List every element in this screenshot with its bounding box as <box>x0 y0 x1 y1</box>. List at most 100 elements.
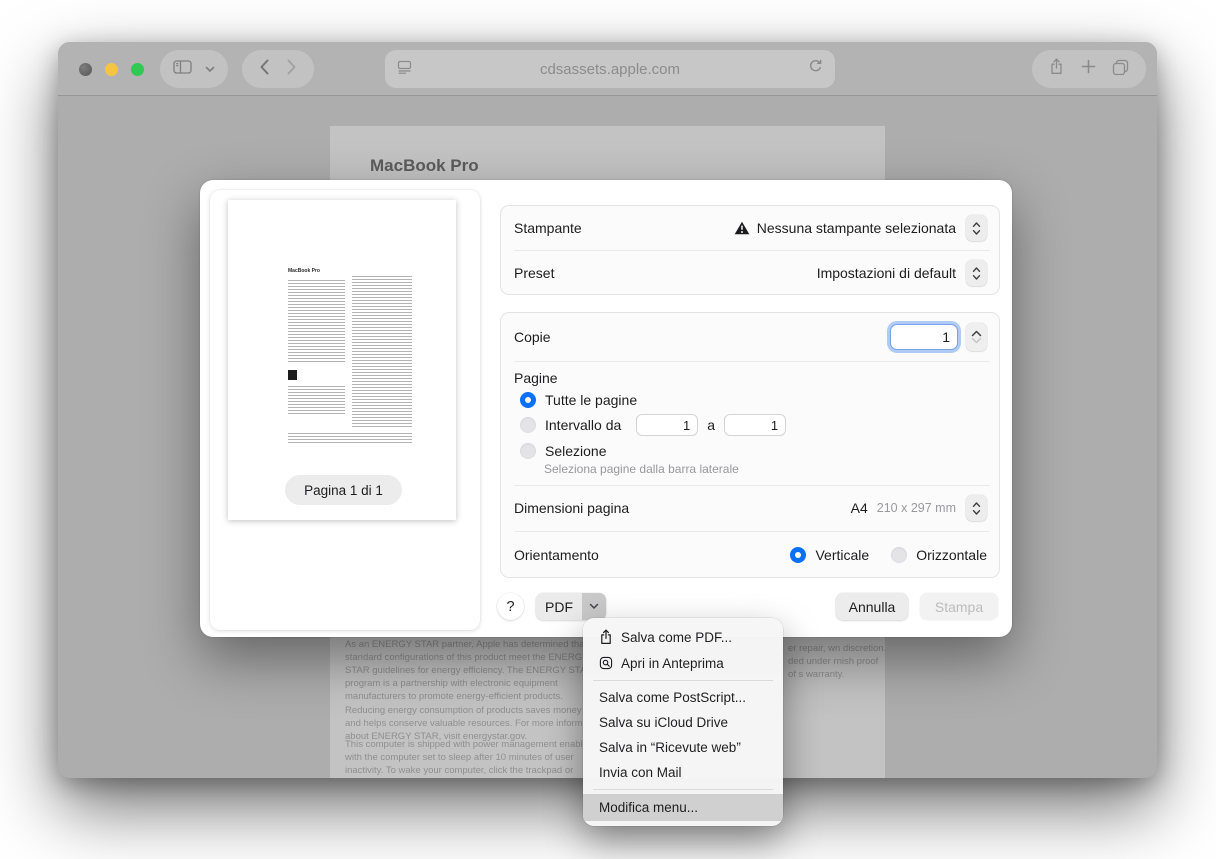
printer-value: Nessuna stampante selezionata <box>757 220 956 236</box>
pages-range-option[interactable]: Intervallo da 1 a 1 <box>520 414 999 436</box>
menu-item-label: Invia con Mail <box>599 765 682 780</box>
paper-size-popup-button[interactable] <box>966 495 987 521</box>
range-to-input[interactable]: 1 <box>724 414 786 436</box>
paper-size-value: A4 <box>851 500 868 516</box>
menu-item-edit-menu[interactable]: Modifica menu... <box>583 794 783 821</box>
pages-selection-option[interactable]: Selezione <box>520 443 999 459</box>
menu-item-label: Apri in Anteprima <box>621 656 724 671</box>
pages-all-option[interactable]: Tutte le pagine <box>520 392 999 408</box>
url-text: cdsassets.apple.com <box>412 61 808 78</box>
range-connector-label: a <box>707 417 715 433</box>
preset-value: Impostazioni di default <box>817 265 956 281</box>
selection-hint: Seleziona pagine dalla barra laterale <box>544 462 999 476</box>
menu-item-open-in-preview[interactable]: Apri in Anteprima <box>583 650 783 676</box>
sidebar-toggle[interactable] <box>160 50 228 88</box>
tab-overview-icon[interactable] <box>1112 59 1129 80</box>
cancel-button[interactable]: Annulla <box>836 593 908 620</box>
range-from-input[interactable]: 1 <box>636 414 698 436</box>
menu-item-save-to-icloud[interactable]: Salva su iCloud Drive <box>583 710 783 735</box>
copies-row: Copie 1 <box>501 313 999 361</box>
menu-separator <box>593 680 773 681</box>
pages-label: Pagine <box>514 370 999 386</box>
sidebar-icon <box>173 60 192 79</box>
export-pdf-icon <box>599 629 615 645</box>
orientation-row: Orientamento Verticale Orizzontale <box>501 531 999 578</box>
page-paragraph-fragment: er repair, wn discretion. ded under rnis… <box>788 642 888 681</box>
screenshot-stage: cdsassets.apple.com <box>0 0 1216 859</box>
orientation-label: Orientamento <box>514 547 599 563</box>
thumbnail-barcode <box>288 370 297 380</box>
browser-toolbar: cdsassets.apple.com <box>58 42 1157 96</box>
pages-range-label: Intervallo da <box>545 417 621 433</box>
orientation-landscape-label: Orizzontale <box>916 547 987 563</box>
preset-row: Preset Impostazioni di default <box>501 251 999 295</box>
traffic-lights <box>79 63 144 76</box>
preset-label: Preset <box>514 265 554 281</box>
print-dialog: MacBook Pro Pagina 1 di 1 Stampante <box>200 180 1012 637</box>
menu-item-label: Salva in “Ricevute web” <box>599 740 741 755</box>
menu-item-label: Salva su iCloud Drive <box>599 715 728 730</box>
share-icon[interactable] <box>1049 58 1064 80</box>
print-button: Stampa <box>920 593 998 620</box>
toolbar-actions <box>1032 50 1146 88</box>
pages-all-label: Tutte le pagine <box>545 392 637 408</box>
page-indicator: Pagina 1 di 1 <box>285 475 402 505</box>
menu-item-send-with-mail[interactable]: Invia con Mail <box>583 760 783 785</box>
reload-icon[interactable] <box>808 59 823 79</box>
printer-popup-button[interactable] <box>966 215 987 241</box>
printer-row: Stampante Nessuna stampante selezionata <box>501 206 999 250</box>
radio-selection[interactable] <box>520 443 536 459</box>
copies-label: Copie <box>514 329 551 345</box>
thumbnail-text-column <box>352 276 412 428</box>
copies-stepper[interactable] <box>966 323 987 351</box>
reader-icon[interactable] <box>397 60 412 79</box>
copies-input[interactable]: 1 <box>890 324 958 350</box>
page-paragraph: As an ENERGY STAR partner, Apple has det… <box>345 638 597 743</box>
page-paragraph: This computer is shipped with power mana… <box>345 738 597 778</box>
thumbnail-footnote <box>288 433 412 443</box>
preset-popup-button[interactable] <box>966 260 987 286</box>
menu-item-label: Modifica menu... <box>599 800 698 815</box>
thumbnail-text-column <box>288 280 345 364</box>
print-preview-panel: MacBook Pro Pagina 1 di 1 <box>210 190 480 630</box>
forward-button[interactable] <box>286 59 297 80</box>
menu-item-label: Salva come PDF... <box>621 630 732 645</box>
menu-item-save-to-web-receipts[interactable]: Salva in “Ricevute web” <box>583 735 783 760</box>
menu-item-label: Salva come PostScript... <box>599 690 746 705</box>
back-button[interactable] <box>259 59 270 80</box>
pdf-menu-button[interactable]: PDF <box>536 593 606 620</box>
printer-preset-group: Stampante Nessuna stampante selezionata … <box>500 205 1000 295</box>
thumbnail-title: MacBook Pro <box>288 268 320 274</box>
page-title: MacBook Pro <box>370 156 479 176</box>
help-button[interactable]: ? <box>497 593 524 620</box>
page-thumbnail: MacBook Pro <box>228 200 456 520</box>
paper-size-detail: 210 x 297 mm <box>877 501 956 515</box>
nav-buttons <box>242 50 314 88</box>
new-tab-icon[interactable] <box>1081 59 1096 79</box>
pages-section: Pagine Tutte le pagine Intervallo da 1 a… <box>501 361 999 485</box>
menu-item-save-as-pdf[interactable]: Salva come PDF... <box>583 624 783 650</box>
menu-item-save-as-postscript[interactable]: Salva come PostScript... <box>583 685 783 710</box>
thumbnail-text-column <box>288 386 345 416</box>
radio-landscape[interactable] <box>891 547 907 563</box>
chevron-down-icon <box>205 60 215 78</box>
print-options-group: Copie 1 Pagine Tutte le pagine <box>500 312 1000 578</box>
printer-label: Stampante <box>514 220 582 236</box>
orientation-portrait-label: Verticale <box>815 547 869 563</box>
warning-icon <box>734 221 750 235</box>
radio-page-range[interactable] <box>520 417 536 433</box>
preview-app-icon <box>599 656 615 670</box>
pages-selection-label: Selezione <box>545 443 607 459</box>
pdf-dropdown-menu: Salva come PDF... Apri in Anteprima Salv… <box>583 618 783 826</box>
zoom-button[interactable] <box>131 63 144 76</box>
address-bar[interactable]: cdsassets.apple.com <box>385 50 835 88</box>
minimize-button[interactable] <box>105 63 118 76</box>
close-button[interactable] <box>79 63 92 76</box>
menu-separator <box>593 789 773 790</box>
paper-size-label: Dimensioni pagina <box>514 500 629 516</box>
radio-all-pages[interactable] <box>520 392 536 408</box>
paper-size-row: Dimensioni pagina A4 210 x 297 mm <box>501 485 999 531</box>
pdf-chevron-icon[interactable] <box>582 593 606 620</box>
radio-portrait[interactable] <box>790 547 806 563</box>
pdf-button-label[interactable]: PDF <box>536 593 582 620</box>
